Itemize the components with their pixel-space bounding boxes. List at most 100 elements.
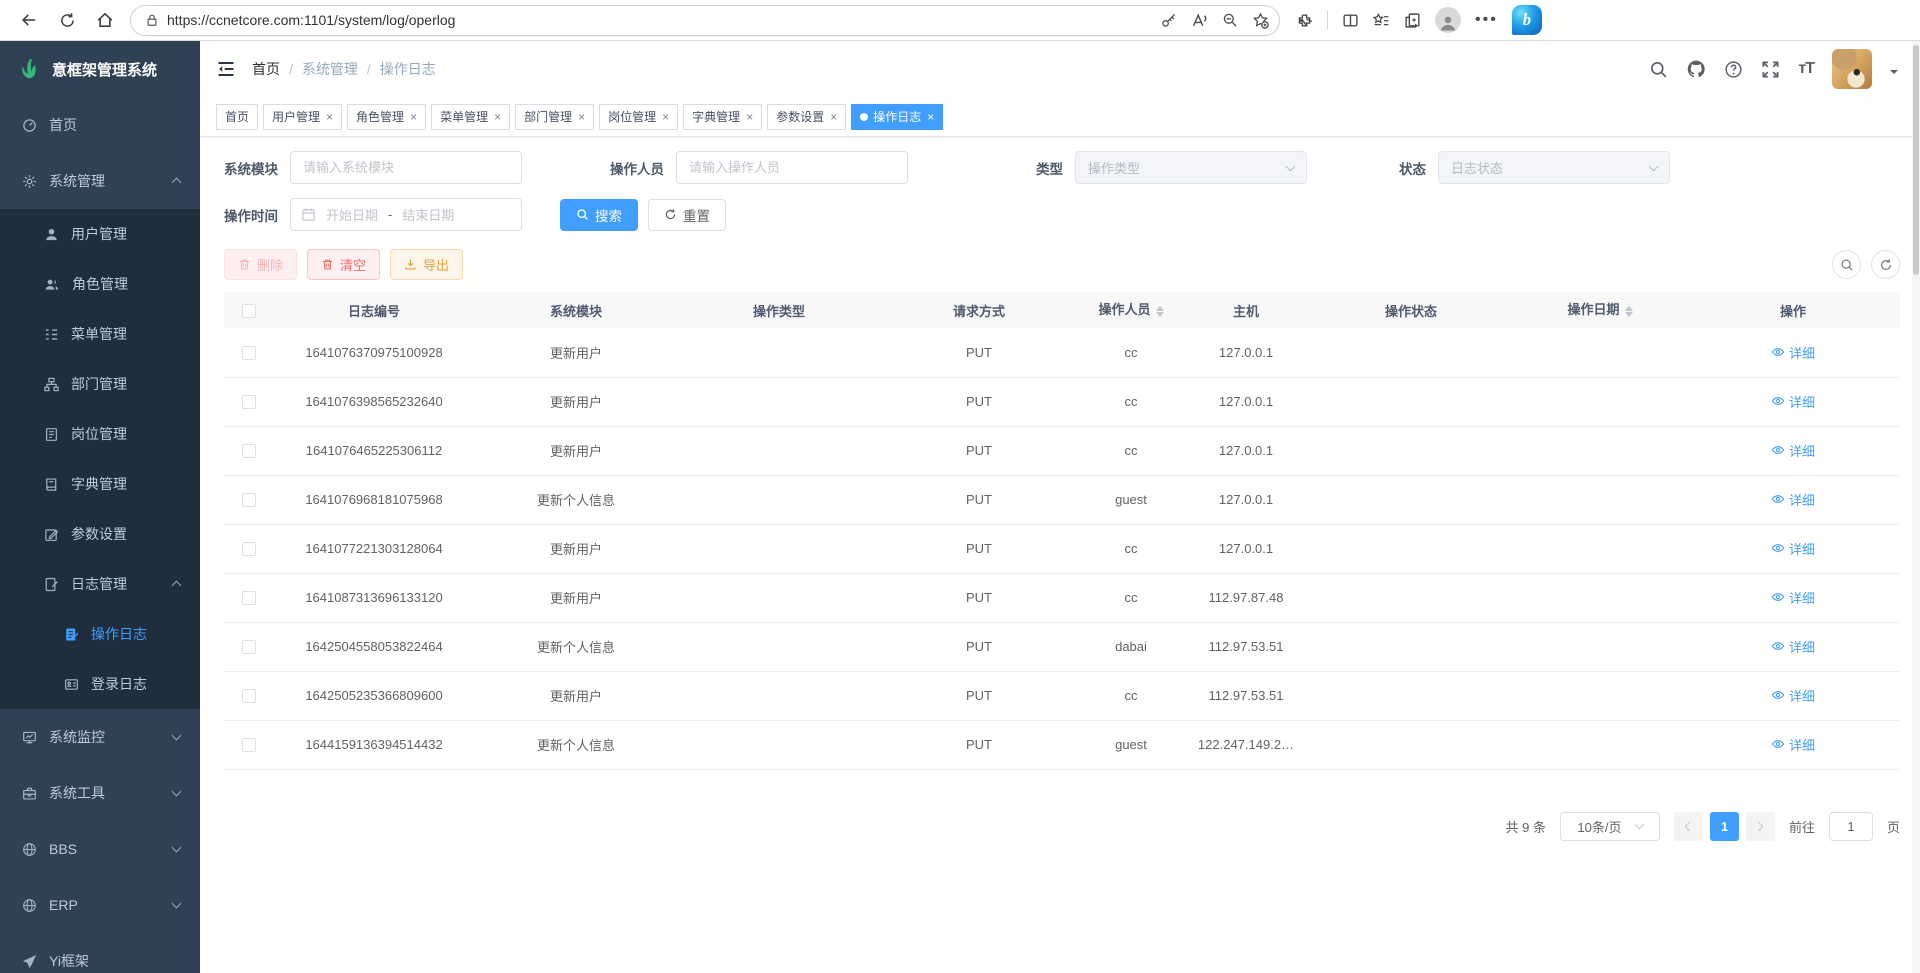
extensions-puzzle-icon[interactable] — [1296, 12, 1313, 29]
sidebar-item-menu-mgmt[interactable]: 菜单管理 — [0, 309, 200, 359]
address-bar[interactable]: https://ccnetcore.com:1101/system/log/op… — [130, 5, 1280, 36]
more-dots-icon[interactable]: ••• — [1475, 11, 1498, 29]
table-search-button[interactable] — [1832, 250, 1861, 279]
page-number-1[interactable]: 1 — [1710, 812, 1739, 841]
tab-部门管理[interactable]: 部门管理× — [515, 104, 594, 130]
tab-close-icon[interactable]: × — [662, 110, 669, 124]
tab-用户管理[interactable]: 用户管理× — [263, 104, 342, 130]
sidebar-item-dept-mgmt[interactable]: 部门管理 — [0, 359, 200, 409]
next-page-button[interactable] — [1746, 812, 1775, 841]
row-checkbox[interactable] — [242, 689, 256, 703]
detail-link[interactable]: 详细 — [1771, 343, 1815, 362]
operator-input[interactable] — [676, 151, 908, 184]
search-icon[interactable] — [1649, 60, 1668, 79]
row-checkbox[interactable] — [242, 640, 256, 654]
detail-link[interactable]: 详细 — [1771, 539, 1815, 558]
detail-link[interactable]: 详细 — [1771, 686, 1815, 705]
breadcrumb-item[interactable]: 首页 — [252, 59, 280, 79]
url-text[interactable]: https://ccnetcore.com:1101/system/log/op… — [167, 12, 1161, 28]
row-checkbox[interactable] — [242, 444, 256, 458]
favorites-bar-icon[interactable] — [1373, 12, 1390, 29]
prev-page-button[interactable] — [1674, 812, 1703, 841]
help-icon[interactable] — [1724, 60, 1743, 79]
sidebar-item-user-mgmt[interactable]: 用户管理 — [0, 209, 200, 259]
status-select[interactable]: 日志状态 — [1438, 151, 1670, 184]
row-checkbox[interactable] — [242, 346, 256, 360]
delete-button[interactable]: 删除 — [224, 249, 297, 280]
detail-link[interactable]: 详细 — [1771, 392, 1815, 411]
back-icon[interactable] — [14, 5, 44, 35]
reset-button[interactable]: 重置 — [648, 199, 726, 231]
profile-avatar-icon[interactable] — [1435, 7, 1461, 33]
sidebar-item-yi-frame[interactable]: Yi框架 — [0, 933, 200, 973]
select-all-checkbox[interactable] — [242, 304, 256, 318]
detail-link[interactable]: 详细 — [1771, 637, 1815, 656]
goto-page-input[interactable] — [1829, 812, 1873, 841]
sidebar-item-role-mgmt[interactable]: 角色管理 — [0, 259, 200, 309]
sidebar-item-sys-tools[interactable]: 系统工具 — [0, 765, 200, 821]
tab-close-icon[interactable]: × — [494, 110, 501, 124]
tab-参数设置[interactable]: 参数设置× — [767, 104, 846, 130]
module-input[interactable] — [290, 151, 522, 184]
sidebar-item-login-log[interactable]: 登录日志 — [0, 659, 200, 709]
tab-菜单管理[interactable]: 菜单管理× — [431, 104, 510, 130]
github-icon[interactable] — [1686, 59, 1706, 79]
bing-chat-icon[interactable]: b — [1512, 5, 1542, 35]
export-button[interactable]: 导出 — [390, 249, 463, 280]
sidebar-item-sys-monitor[interactable]: 系统监控 — [0, 709, 200, 765]
tab-首页[interactable]: 首页 — [216, 104, 258, 130]
tab-操作日志[interactable]: 操作日志× — [851, 104, 943, 130]
row-checkbox[interactable] — [242, 591, 256, 605]
detail-link[interactable]: 详细 — [1771, 441, 1815, 460]
sidebar-item-home[interactable]: 首页 — [0, 97, 200, 153]
collections-icon[interactable] — [1404, 12, 1421, 29]
clear-button[interactable]: 清空 — [307, 249, 380, 280]
tab-close-icon[interactable]: × — [927, 110, 934, 124]
search-button[interactable]: 搜索 — [560, 199, 638, 231]
tab-close-icon[interactable]: × — [830, 110, 837, 124]
sort-caret-icon[interactable] — [1156, 302, 1164, 321]
sort-caret-icon[interactable] — [1625, 302, 1633, 321]
column-header-操作人员[interactable]: 操作人员 — [1078, 292, 1184, 328]
page-size-select[interactable]: 10条/页 — [1560, 812, 1660, 841]
sidebar-item-erp[interactable]: ERP — [0, 877, 200, 933]
detail-link[interactable]: 详细 — [1771, 490, 1815, 509]
user-avatar[interactable] — [1832, 49, 1872, 89]
font-size-icon[interactable]: тT — [1798, 60, 1814, 78]
chevron-down-icon[interactable] — [1890, 70, 1898, 78]
column-header-操作日期[interactable]: 操作日期 — [1514, 292, 1686, 328]
table-refresh-button[interactable] — [1871, 250, 1900, 279]
sidebar-item-dict-mgmt[interactable]: 字典管理 — [0, 459, 200, 509]
tab-字典管理[interactable]: 字典管理× — [683, 104, 762, 130]
scrollbar-thumb[interactable] — [1913, 45, 1919, 275]
row-checkbox[interactable] — [242, 542, 256, 556]
page-scrollbar[interactable] — [1912, 41, 1920, 973]
sidebar-item-oper-log[interactable]: 操作日志 — [0, 609, 200, 659]
detail-link[interactable]: 详细 — [1771, 735, 1815, 754]
tab-角色管理[interactable]: 角色管理× — [347, 104, 426, 130]
reload-icon[interactable] — [52, 5, 82, 35]
sidebar-item-param-config[interactable]: 参数设置 — [0, 509, 200, 559]
sidebar-item-bbs[interactable]: BBS — [0, 821, 200, 877]
tab-岗位管理[interactable]: 岗位管理× — [599, 104, 678, 130]
row-checkbox[interactable] — [242, 493, 256, 507]
read-aloud-icon[interactable] — [1191, 12, 1208, 29]
sidebar-item-system-mgmt[interactable]: 系统管理 — [0, 153, 200, 209]
favorite-star-add-icon[interactable] — [1252, 12, 1269, 29]
home-icon[interactable] — [90, 5, 120, 35]
tab-close-icon[interactable]: × — [578, 110, 585, 124]
split-screen-icon[interactable] — [1342, 12, 1359, 29]
row-checkbox[interactable] — [242, 395, 256, 409]
sidebar-item-log-mgmt[interactable]: 日志管理 — [0, 559, 200, 609]
detail-link[interactable]: 详细 — [1771, 588, 1815, 607]
tab-close-icon[interactable]: × — [746, 110, 753, 124]
row-checkbox[interactable] — [242, 738, 256, 752]
password-key-icon[interactable] — [1161, 12, 1177, 28]
zoom-out-icon[interactable] — [1222, 12, 1238, 28]
tab-close-icon[interactable]: × — [410, 110, 417, 124]
menu-fold-icon[interactable] — [216, 59, 236, 79]
date-range-picker[interactable]: 开始日期 - 结束日期 — [290, 198, 522, 231]
tab-close-icon[interactable]: × — [326, 110, 333, 124]
fullscreen-icon[interactable] — [1761, 60, 1780, 79]
type-select[interactable]: 操作类型 — [1075, 151, 1307, 184]
